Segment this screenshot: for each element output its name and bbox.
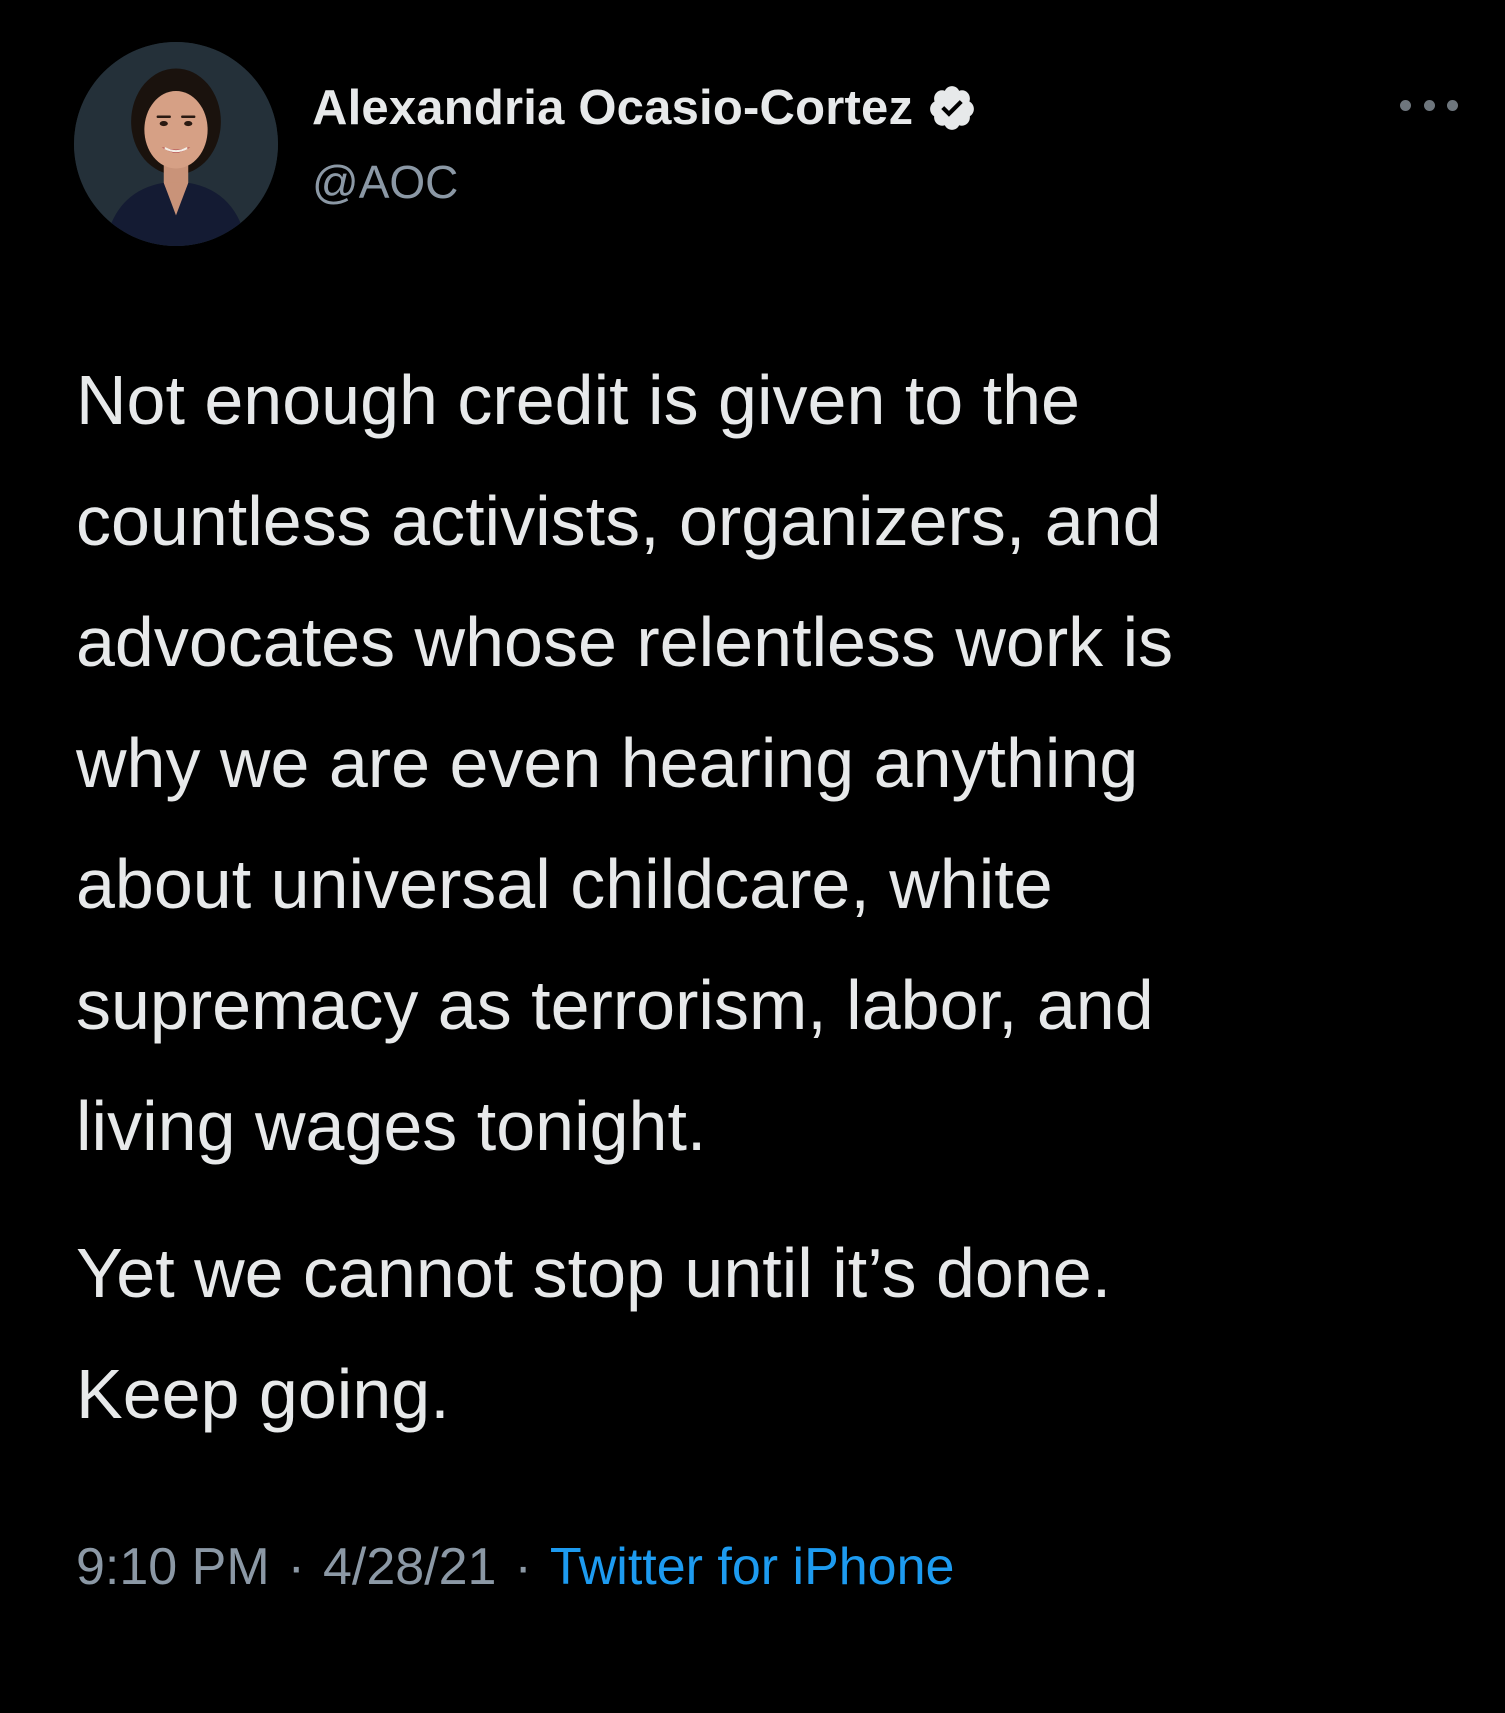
tweet-text-line: advocates whose relentless work is [76, 603, 1174, 681]
tweet-date[interactable]: 4/28/21 [323, 1538, 497, 1596]
more-options-button[interactable] [1400, 92, 1458, 118]
author-name-row[interactable]: Alexandria Ocasio-Cortez [312, 80, 977, 136]
ellipsis-dot-icon [1400, 99, 1411, 111]
tweet-text-line: countless activists, organizers, and [76, 482, 1162, 560]
tweet-metadata: 9:10 PM · 4/28/21 · Twitter for iPhone [76, 1537, 954, 1597]
meta-separator: · [287, 1538, 305, 1596]
tweet-text-line: about universal childcare, white [76, 845, 1053, 923]
verified-badge-icon [927, 83, 977, 133]
tweet-text-line: Keep going. [76, 1355, 450, 1433]
author-display-name[interactable]: Alexandria Ocasio-Cortez [312, 80, 913, 136]
tweet-text: Not enough credit is given to the countl… [76, 340, 1466, 1455]
avatar-photo-icon [74, 42, 278, 246]
ellipsis-dot-icon [1423, 99, 1435, 111]
ellipsis-dot-icon [1447, 99, 1458, 111]
tweet-time[interactable]: 9:10 PM [76, 1538, 270, 1596]
tweet-card: Alexandria Ocasio-Cortez @AOC Not enough… [0, 0, 1505, 1713]
tweet-text-line: supremacy as terrorism, labor, and [76, 966, 1154, 1044]
author-avatar[interactable] [74, 42, 278, 246]
meta-separator: · [514, 1538, 532, 1596]
tweet-text-line: living wages tonight. [76, 1087, 707, 1165]
tweet-source-link[interactable]: Twitter for iPhone [550, 1538, 955, 1596]
tweet-text-line: Not enough credit is given to the [76, 361, 1080, 439]
tweet-text-line: why we are even hearing anything [76, 724, 1139, 802]
tweet-text-line: Yet we cannot stop until it’s done. [76, 1234, 1112, 1312]
author-handle[interactable]: @AOC [312, 155, 458, 209]
